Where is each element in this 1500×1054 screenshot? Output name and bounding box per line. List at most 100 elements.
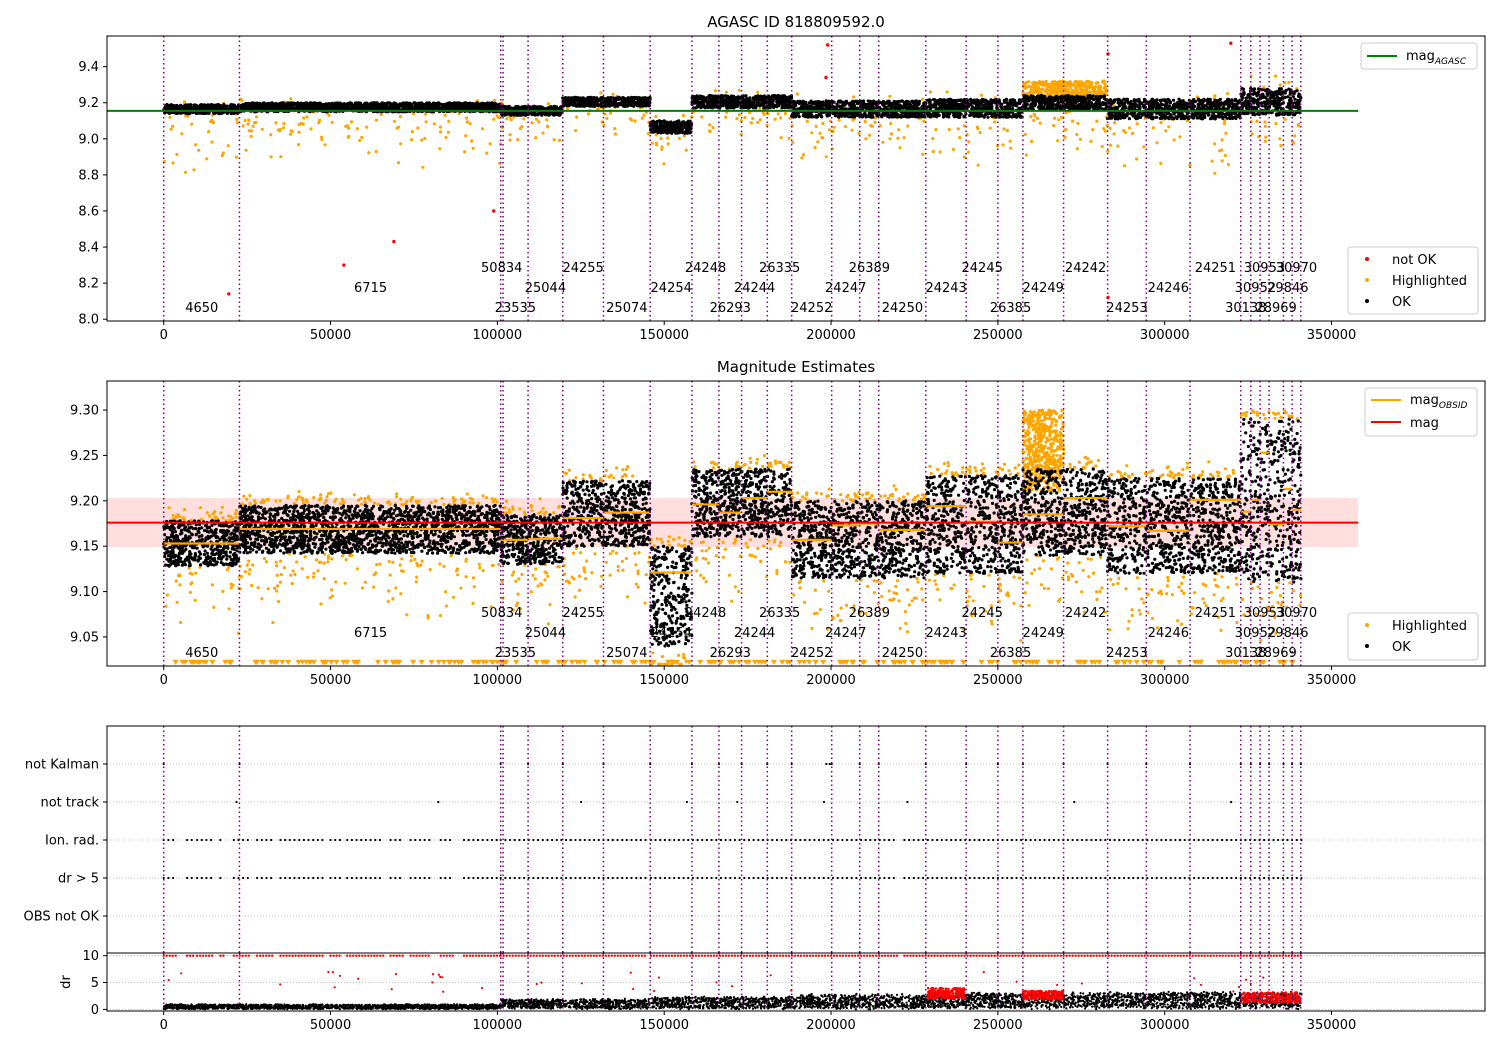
highlighted-point — [298, 123, 301, 126]
highlighted-point — [1052, 124, 1055, 127]
highlighted-point — [1142, 145, 1145, 148]
ok-point — [636, 104, 639, 107]
ok-point — [355, 102, 358, 105]
ok-point — [828, 112, 831, 115]
highlighted-point — [1178, 135, 1181, 138]
highlighted-point — [802, 153, 805, 156]
highlighted-point — [989, 127, 992, 130]
highlighted-point — [1211, 160, 1214, 163]
highlighted-point — [489, 142, 492, 145]
ok-point — [772, 95, 775, 98]
ok-point — [679, 127, 682, 130]
highlighted-point — [574, 129, 577, 132]
highlighted-point — [678, 137, 681, 140]
ok-point — [548, 112, 551, 115]
highlighted-point — [433, 122, 436, 125]
highlighted-point — [980, 94, 983, 97]
highlighted-point — [1056, 84, 1059, 87]
highlighted-point — [654, 115, 657, 118]
highlighted-point — [1085, 91, 1088, 94]
ok-point — [805, 107, 808, 110]
highlighted-point — [828, 128, 831, 131]
highlighted-point — [1076, 147, 1079, 150]
highlighted-point — [1091, 128, 1094, 131]
highlighted-point — [1213, 142, 1216, 145]
highlighted-point — [685, 149, 688, 152]
highlighted-point — [1030, 140, 1033, 143]
highlighted-point — [683, 134, 686, 137]
highlighted-point — [211, 141, 214, 144]
ok-point — [408, 102, 411, 105]
ok-point — [756, 101, 759, 104]
ok-point — [420, 105, 423, 108]
ok-point — [796, 100, 799, 103]
ok-point — [856, 100, 859, 103]
highlighted-point — [252, 125, 255, 128]
highlighted-point — [531, 121, 534, 124]
highlighted-point — [1159, 162, 1162, 165]
highlighted-point — [1068, 84, 1071, 87]
ok-point — [515, 114, 518, 117]
highlighted-point — [784, 112, 787, 115]
highlighted-point — [493, 99, 496, 102]
highlighted-point — [1106, 150, 1109, 153]
ok-point — [687, 127, 690, 130]
highlighted-point — [236, 121, 239, 124]
highlighted-point — [906, 125, 909, 128]
highlighted-point — [1173, 138, 1176, 141]
highlighted-point — [667, 142, 670, 145]
highlighted-point — [821, 122, 824, 125]
highlighted-point — [1224, 132, 1227, 135]
highlighted-point — [1160, 121, 1163, 124]
highlighted-point — [993, 120, 996, 123]
highlighted-point — [1224, 154, 1227, 157]
ok-point — [407, 106, 410, 109]
highlighted-point — [180, 132, 183, 135]
ok-point — [508, 113, 511, 116]
ok-point — [747, 104, 750, 107]
ok-point — [721, 101, 724, 104]
highlighted-point — [889, 122, 892, 125]
ok-point — [916, 107, 919, 110]
highlighted-point — [1071, 89, 1074, 92]
highlighted-point — [1089, 140, 1092, 143]
highlighted-point — [289, 133, 292, 136]
ok-point — [816, 115, 819, 118]
ok-point — [721, 104, 724, 107]
ok-point — [382, 105, 385, 108]
highlighted-point — [566, 107, 569, 110]
highlighted-point — [788, 137, 791, 140]
ok-point — [864, 103, 867, 106]
panel-agasc: AGASC ID 818809592.046506715508342353525… — [78, 13, 1485, 343]
highlighted-point — [641, 117, 644, 120]
highlighted-point — [410, 138, 413, 141]
highlighted-point — [1032, 119, 1035, 122]
highlighted-point — [1221, 159, 1224, 162]
highlighted-point — [1109, 127, 1112, 130]
highlighted-point — [952, 148, 955, 151]
ok-point — [793, 103, 796, 106]
highlighted-point — [1109, 144, 1112, 147]
highlighted-point — [425, 120, 428, 123]
highlighted-point — [1075, 133, 1078, 136]
ok-point — [897, 105, 900, 108]
highlighted-point — [171, 125, 174, 128]
ok-point — [266, 106, 269, 109]
highlighted-point — [1188, 164, 1191, 167]
ok-point — [720, 94, 723, 97]
ok-point — [181, 107, 184, 110]
ok-point — [905, 103, 908, 106]
ok-point — [896, 115, 899, 118]
highlighted-point — [587, 112, 590, 115]
ok-point — [777, 104, 780, 107]
ok-point — [852, 103, 855, 106]
ok-point — [645, 103, 648, 106]
plot-area: 4650671550834235352504424255250742425424… — [107, 36, 1358, 321]
highlighted-point — [227, 144, 230, 147]
ok-point — [397, 106, 400, 109]
highlighted-point — [270, 155, 273, 158]
highlighted-point — [1279, 144, 1282, 147]
highlighted-point — [170, 128, 173, 131]
highlighted-point — [629, 117, 632, 120]
ok-point — [218, 112, 221, 115]
